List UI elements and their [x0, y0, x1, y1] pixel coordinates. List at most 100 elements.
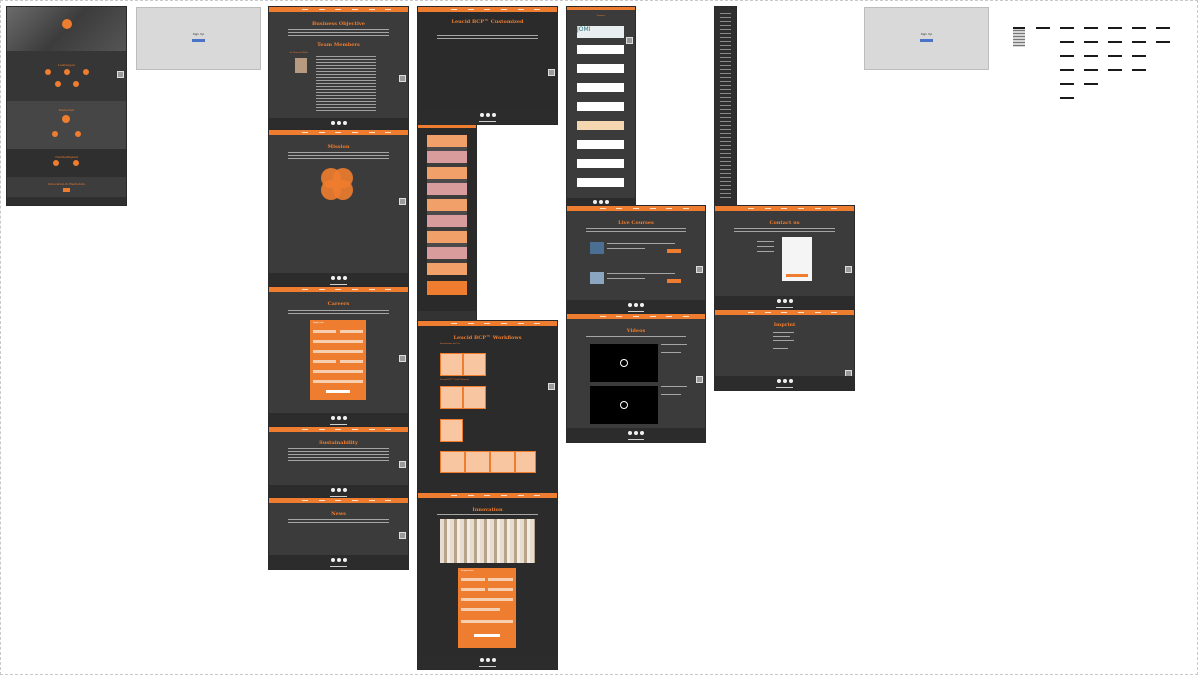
page-contact[interactable]: Contact us — [715, 206, 854, 310]
doc-card[interactable] — [515, 451, 536, 473]
form-field[interactable] — [488, 578, 513, 581]
form-field[interactable] — [313, 360, 336, 363]
page-imprint[interactable]: Imprint — [715, 310, 854, 390]
page-home[interactable]: Leistungen Menschen Nachhaltigkeit Innov… — [7, 7, 126, 205]
partner-logo[interactable] — [577, 121, 624, 130]
scroll-arrow-icon[interactable] — [399, 355, 406, 362]
registration-form[interactable]: Registration — [458, 568, 516, 648]
partner-logo[interactable]: JOMI — [577, 26, 624, 38]
form-title: Apply now — [313, 322, 324, 324]
book-course-button[interactable] — [667, 249, 681, 253]
scroll-arrow-icon[interactable] — [399, 532, 406, 539]
page-mission[interactable]: Mission — [269, 130, 408, 287]
partner-logo[interactable] — [577, 45, 624, 54]
partner-logo[interactable] — [577, 64, 624, 73]
section-heading: Leistungen — [58, 63, 75, 67]
form-field[interactable] — [488, 588, 513, 591]
sitemap-legend — [1010, 25, 1180, 105]
page-innovation[interactable]: Innovation Registration — [418, 493, 557, 669]
form-field[interactable] — [313, 370, 363, 373]
doc-card[interactable] — [440, 451, 465, 473]
section-heading: Innovation & Wachstum — [48, 182, 85, 186]
form-field[interactable] — [461, 578, 485, 581]
page-sustainability[interactable]: Sustainability — [269, 427, 408, 499]
signup-screen[interactable]: Sign Up — [864, 7, 989, 70]
partner-logo[interactable] — [577, 102, 624, 111]
video-player[interactable] — [590, 386, 658, 424]
signup-label: Sign Up — [920, 32, 933, 37]
page-partners[interactable]: Partners JOMI — [567, 7, 635, 206]
scroll-arrow-icon[interactable] — [548, 383, 555, 390]
service-icon — [64, 69, 70, 75]
section-heading: Menschen — [58, 108, 75, 112]
scroll-arrow-icon[interactable] — [845, 266, 852, 273]
partner-logo[interactable] — [577, 159, 624, 168]
member-name: Dr. Marcus Müller — [289, 52, 309, 54]
scroll-arrow-icon[interactable] — [548, 69, 555, 76]
page-videos[interactable]: Videos — [567, 314, 705, 442]
signup-label: Sign Up — [192, 32, 205, 37]
form-field[interactable] — [461, 588, 485, 591]
doc-card[interactable] — [440, 353, 463, 376]
page-live-courses[interactable]: Live Courses — [567, 206, 705, 314]
signup-button[interactable] — [192, 38, 205, 42]
page-customized[interactable]: Leucid BCP™ Customized — [418, 7, 557, 124]
member-photo — [295, 58, 307, 73]
scroll-arrow-icon[interactable] — [117, 71, 124, 78]
doc-card[interactable] — [440, 419, 463, 442]
doc-card[interactable] — [463, 353, 486, 376]
service-icon — [83, 69, 89, 75]
gallery-cta[interactable] — [427, 281, 467, 295]
form-field[interactable] — [461, 598, 513, 601]
book-course-button[interactable] — [667, 279, 681, 283]
contact-form[interactable] — [782, 237, 812, 281]
form-field[interactable] — [313, 350, 363, 353]
play-icon[interactable] — [620, 359, 628, 367]
partner-logo[interactable] — [577, 140, 624, 149]
scroll-arrow-icon[interactable] — [626, 37, 633, 44]
form-field[interactable] — [461, 608, 500, 611]
scroll-arrow-icon[interactable] — [399, 461, 406, 468]
form-field[interactable] — [313, 380, 363, 383]
send-button[interactable] — [786, 274, 808, 277]
page-narrow-strip[interactable] — [715, 7, 736, 206]
innovation-image — [440, 519, 535, 563]
page-news[interactable]: News — [269, 498, 408, 569]
submit-button[interactable] — [474, 634, 500, 637]
play-icon[interactable] — [620, 401, 628, 409]
careers-form[interactable]: Apply now — [310, 320, 366, 400]
page-title: Partners — [596, 15, 606, 17]
partner-logo[interactable] — [577, 83, 624, 92]
signup-screen[interactable]: Sign Up — [136, 7, 261, 70]
mission-diagram — [333, 180, 353, 200]
page-title: Sustainability — [319, 440, 358, 446]
form-field[interactable] — [461, 620, 513, 623]
video-player[interactable] — [590, 344, 658, 382]
signup-button[interactable] — [920, 38, 933, 42]
doc-card[interactable] — [463, 386, 486, 409]
page-business-objective[interactable]: Business Objective Team Members Dr. Marc… — [269, 7, 408, 132]
people-icon — [62, 115, 70, 123]
course-thumbnail — [590, 242, 604, 254]
doc-card[interactable] — [465, 451, 490, 473]
form-field[interactable] — [313, 330, 336, 333]
scroll-arrow-icon[interactable] — [399, 75, 406, 82]
scroll-arrow-icon[interactable] — [696, 376, 703, 383]
doc-card[interactable] — [490, 451, 515, 473]
form-field[interactable] — [313, 340, 363, 343]
page-careers[interactable]: Careers Apply now — [269, 287, 408, 427]
image-gallery — [427, 135, 467, 275]
page-title: Contact us — [769, 220, 800, 226]
partner-logo[interactable] — [577, 178, 624, 187]
member-bio — [316, 56, 376, 111]
people-icon — [52, 131, 58, 137]
scroll-arrow-icon[interactable] — [399, 198, 406, 205]
page-workflows[interactable]: Leucid BCP™ Workflows Instructions for U… — [418, 321, 557, 493]
page-mobile-gallery[interactable] — [418, 125, 476, 321]
form-field[interactable] — [340, 330, 363, 333]
scroll-arrow-icon[interactable] — [696, 266, 703, 273]
submit-button[interactable] — [326, 390, 350, 393]
doc-card[interactable] — [440, 386, 463, 409]
form-field[interactable] — [340, 360, 363, 363]
page-title: News — [331, 511, 346, 517]
